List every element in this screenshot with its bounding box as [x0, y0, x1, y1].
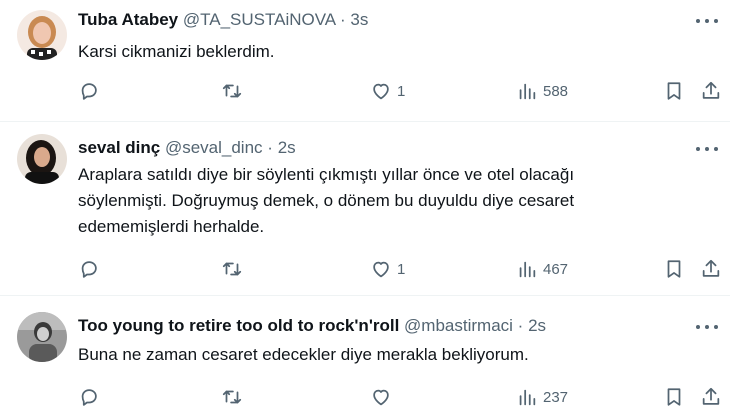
heart-icon	[373, 83, 389, 100]
action-bar: 237	[0, 385, 730, 409]
separator: ·	[339, 10, 346, 29]
views-icon	[519, 389, 536, 406]
share-button[interactable]	[700, 257, 722, 281]
views-icon	[519, 261, 536, 278]
reply-icon	[81, 83, 97, 100]
tweet-header: seval dinç @seval_dinc · 2s	[78, 138, 296, 158]
reply-icon	[81, 389, 97, 406]
tweet[interactable]: Tuba Atabey @TA_SUSTAiNOVA · 3s Karsi ci…	[0, 0, 730, 122]
author-handle[interactable]: @TA_SUSTAiNOVA	[183, 10, 335, 29]
more-icon[interactable]	[696, 16, 718, 26]
views-icon	[519, 83, 536, 100]
tweet-header: Too young to retire too old to rock'n'ro…	[78, 316, 546, 336]
bookmark-button[interactable]	[663, 257, 685, 281]
tweet-header: Tuba Atabey @TA_SUSTAiNOVA · 3s	[78, 10, 368, 30]
views-count: 237	[543, 388, 569, 406]
separator: ·	[517, 316, 524, 335]
views-count: 588	[543, 82, 569, 100]
like-count: 1	[397, 260, 406, 278]
views-button[interactable]: 467	[516, 257, 568, 281]
more-icon[interactable]	[696, 144, 718, 154]
reply-button[interactable]	[78, 79, 100, 103]
bookmark-icon	[667, 260, 681, 278]
bookmark-button[interactable]	[663, 79, 685, 103]
retweet-button[interactable]	[221, 257, 243, 281]
timestamp[interactable]: 2s	[528, 316, 546, 335]
views-count: 467	[543, 260, 569, 278]
action-bar: 1 467	[0, 257, 730, 281]
bookmark-icon	[667, 388, 681, 406]
author-name[interactable]: Tuba Atabey	[78, 10, 178, 29]
tweet-text-line: Araplara satıldı diye bir söylenti çıkmı…	[78, 165, 575, 184]
views-button[interactable]: 588	[516, 79, 568, 103]
heart-icon	[373, 389, 389, 406]
author-handle[interactable]: @seval_dinc	[165, 138, 263, 157]
share-button[interactable]	[700, 385, 722, 409]
tweet[interactable]: seval dinç @seval_dinc · 2s Araplara sat…	[0, 122, 730, 296]
reply-button[interactable]	[78, 257, 100, 281]
reply-button[interactable]	[78, 385, 100, 409]
retweet-button[interactable]	[221, 79, 243, 103]
views-button[interactable]: 237	[516, 385, 568, 409]
share-button[interactable]	[700, 79, 722, 103]
share-icon	[702, 259, 720, 277]
avatar[interactable]	[17, 312, 67, 362]
bookmark-icon	[667, 82, 681, 100]
author-name[interactable]: Too young to retire too old to rock'n'ro…	[78, 316, 399, 335]
tweet[interactable]: Too young to retire too old to rock'n'ro…	[0, 296, 730, 420]
bookmark-button[interactable]	[663, 385, 685, 409]
like-button[interactable]	[370, 385, 392, 409]
share-icon	[702, 81, 720, 99]
more-icon[interactable]	[696, 322, 718, 332]
like-button[interactable]: 1	[370, 79, 405, 103]
tweet-text: Araplara satıldı diye bir söylenti çıkmı…	[78, 162, 678, 240]
retweet-icon	[222, 84, 242, 98]
tweet-text: Buna ne zaman cesaret edecekler diye mer…	[78, 345, 529, 364]
reply-icon	[81, 261, 97, 278]
retweet-icon	[222, 262, 242, 276]
share-icon	[702, 387, 720, 405]
like-count: 1	[397, 82, 406, 100]
avatar[interactable]	[17, 134, 67, 184]
tweet-text-line: edememişlerdi herhalde.	[78, 217, 265, 236]
action-bar: 1 588	[0, 79, 730, 103]
timestamp[interactable]: 3s	[350, 10, 368, 29]
author-name[interactable]: seval dinç	[78, 138, 160, 157]
separator: ·	[267, 138, 273, 157]
timestamp[interactable]: 2s	[278, 138, 296, 157]
author-handle[interactable]: @mbastirmaci	[404, 316, 513, 335]
like-button[interactable]: 1	[370, 257, 405, 281]
avatar[interactable]	[17, 10, 67, 60]
retweet-icon	[222, 390, 242, 404]
retweet-button[interactable]	[221, 385, 243, 409]
tweet-text-line: söylenmişti. Doğruymuş demek, o dönem bu…	[78, 191, 575, 210]
tweet-text: Karsi cikmanizi beklerdim.	[78, 42, 275, 61]
heart-icon	[373, 261, 389, 278]
